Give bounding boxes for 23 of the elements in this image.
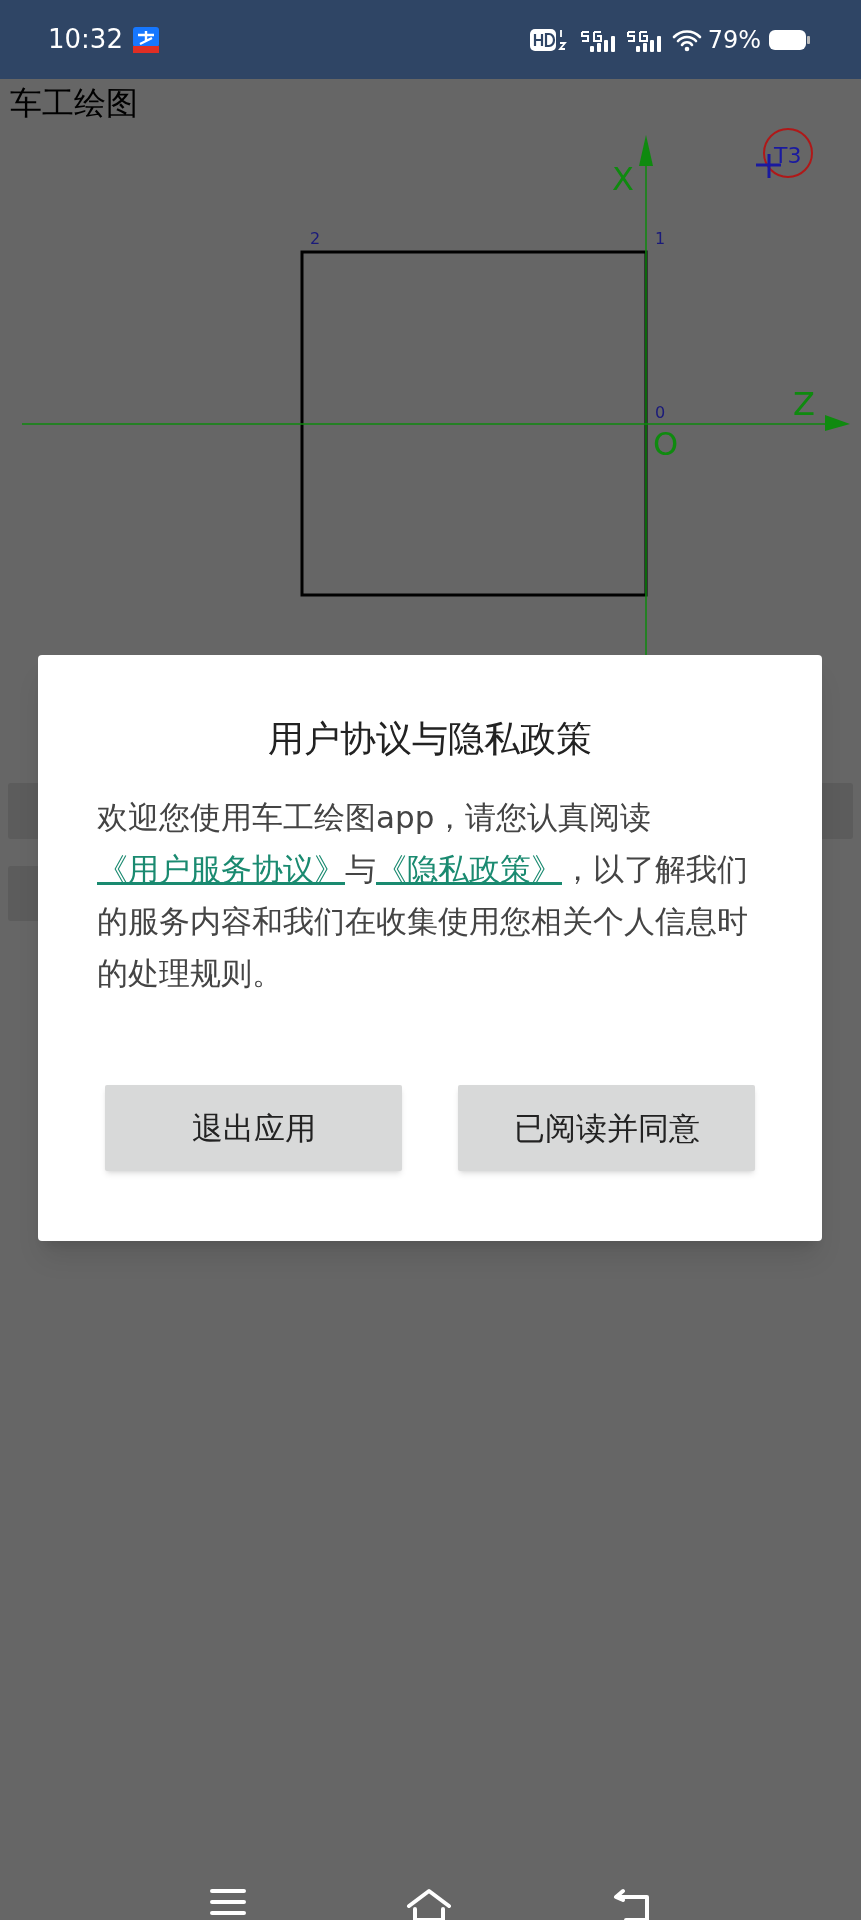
origin-label: O <box>653 425 679 463</box>
dialog-message: 欢迎您使用车工绘图app，请您认真阅读 《用户服务协议》与《隐私政策》，以了解我们的服务内容和我们在收集使用您相关个人信息时的处理规则。 <box>97 798 749 993</box>
menu-icon[interactable] <box>209 1888 246 1916</box>
battery-percent: 79% <box>707 24 761 56</box>
policy-link[interactable]: 《隐私政策》 <box>376 851 562 887</box>
clock-time: 10:32 <box>48 23 123 56</box>
dialog-button[interactable]: 退出应用 <box>105 1085 402 1171</box>
tool-icon <box>754 128 813 180</box>
dialog-title: 用户协议与隐私政策 <box>268 721 592 757</box>
app-title: 车工绘图 <box>10 87 138 119</box>
point-label: 1 <box>655 229 666 248</box>
wifi-icon <box>671 27 702 52</box>
dialog-button[interactable]: 已阅读并同意 <box>458 1085 755 1171</box>
policy-link[interactable]: 《用户服务协议》 <box>97 851 345 887</box>
axis-label: X <box>612 160 634 198</box>
tool-label: T3 <box>774 143 802 168</box>
point-label: 0 <box>655 403 666 422</box>
home-icon[interactable] <box>405 1888 452 1920</box>
battery-icon <box>769 28 811 51</box>
payment-app-icon <box>132 26 159 53</box>
axis-label: Z <box>793 385 815 423</box>
point-label: 2 <box>310 229 321 248</box>
back-icon[interactable] <box>611 1888 652 1920</box>
